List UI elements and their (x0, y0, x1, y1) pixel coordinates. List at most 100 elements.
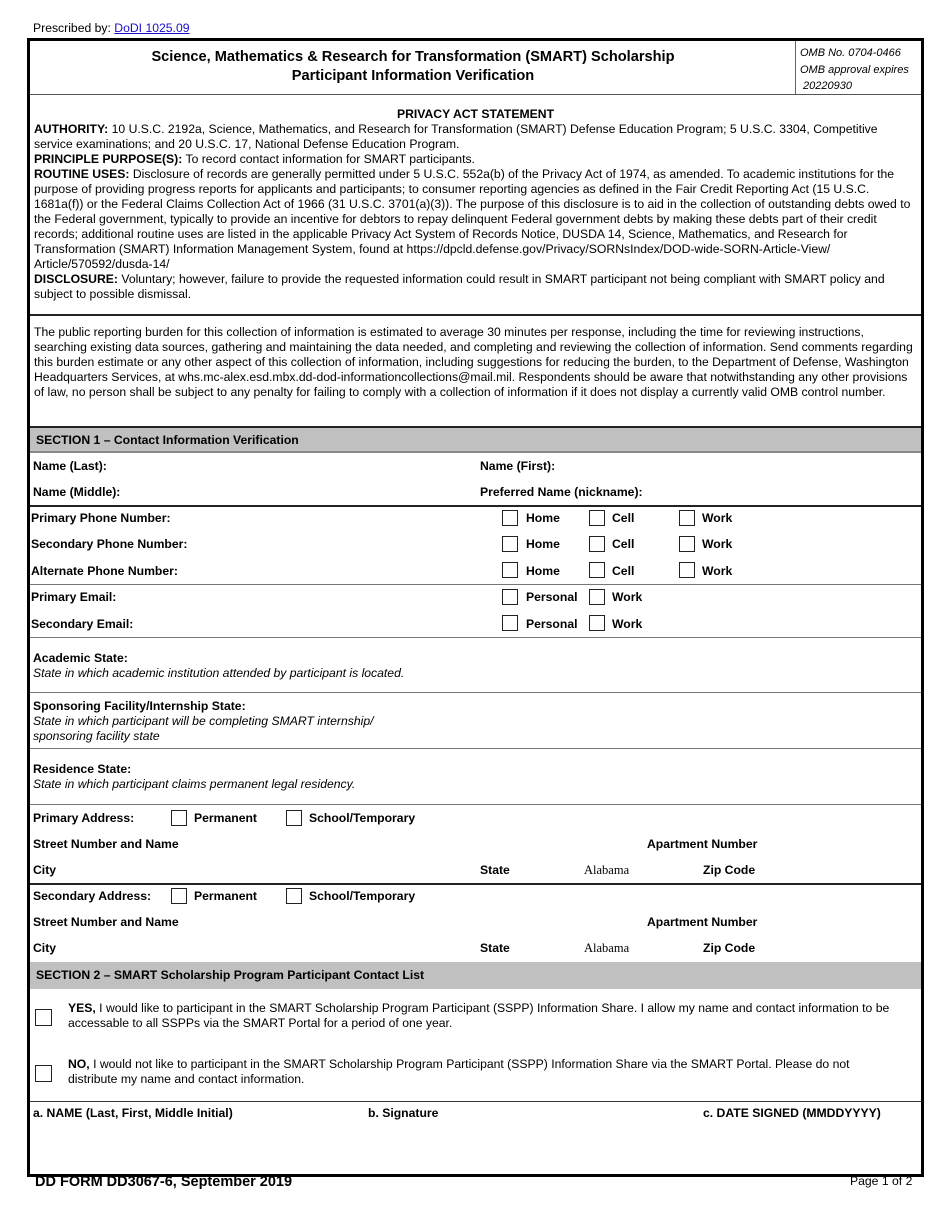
academic-state-hint: State in which academic institution atte… (33, 666, 405, 680)
signature-field[interactable] (368, 1124, 688, 1166)
secondary-apt-label: Apartment Number (647, 915, 758, 929)
primary-email-work-checkbox[interactable] (589, 589, 605, 605)
alternate-phone-cell-checkbox[interactable] (589, 562, 605, 578)
names-divider (30, 505, 921, 507)
secondary-email-label: Secondary Email: (31, 617, 134, 631)
secondary-address-label: Secondary Address: (33, 889, 152, 903)
secondary-zip-label: Zip Code (703, 941, 756, 955)
signature-name-field[interactable] (33, 1124, 353, 1166)
form-title-line2: Participant Information Verification (291, 68, 535, 84)
primary-address-school-label: School/Temporary (309, 811, 416, 825)
primary-phone-label: Primary Phone Number: (31, 511, 171, 525)
sponsoring-state-hint-line2: sponsoring facility state (33, 729, 160, 743)
primary-address-permanent-checkbox[interactable] (171, 810, 187, 826)
disclosure-label: DISCLOSURE: (34, 272, 118, 286)
no-label: NO, (68, 1057, 90, 1071)
authority-label: AUTHORITY: (34, 122, 109, 136)
yes-statement: I would like to participant in the SMART… (68, 1001, 890, 1030)
secondary-email-personal-checkbox[interactable] (502, 615, 518, 631)
yes-label: YES, (68, 1001, 96, 1015)
phones-divider (30, 584, 921, 585)
secondary-address-permanent-checkbox[interactable] (171, 888, 187, 904)
omb-number: OMB No. 0704-0466 (800, 47, 901, 59)
omb-info: OMB No. 0704-0466 OMB approval expires 2… (800, 45, 909, 95)
header-divider (30, 94, 921, 95)
no-statement: I would not like to participant in the S… (68, 1057, 850, 1086)
academic-state-label: Academic State: (33, 651, 128, 665)
secondary-phone-home-label: Home (526, 537, 560, 551)
name-last-label: Name (Last): (33, 459, 107, 473)
secondary-email-work-checkbox[interactable] (589, 615, 605, 631)
privacy-divider (30, 314, 921, 316)
primary-address-divider (30, 883, 921, 885)
section1-header: SECTION 1 – Contact Information Verifica… (30, 426, 921, 453)
secondary-email-personal-label: Personal (526, 617, 578, 631)
residence-divider (30, 804, 921, 805)
authority-text: 10 U.S.C. 2192a, Science, Mathematics, a… (34, 122, 878, 151)
signature-label: b. Signature (368, 1106, 439, 1120)
yes-checkbox[interactable] (35, 1009, 52, 1026)
purpose-label: PRINCIPLE PURPOSE(S): (34, 152, 183, 166)
date-signed-label: c. DATE SIGNED (MMDDYYYY) (703, 1106, 881, 1120)
primary-phone-home-checkbox[interactable] (502, 510, 518, 526)
choice-divider (30, 1101, 921, 1102)
alternate-phone-home-label: Home (526, 564, 560, 578)
secondary-phone-work-label: Work (702, 537, 733, 551)
primary-email-personal-checkbox[interactable] (502, 589, 518, 605)
primary-state-label: State (480, 863, 510, 877)
disclosure-paragraph: DISCLOSURE: Voluntary; however, failure … (34, 272, 912, 302)
name-middle-label: Name (Middle): (33, 485, 121, 499)
name-first-label: Name (First): (480, 459, 556, 473)
primary-email-work-label: Work (612, 590, 643, 604)
signature-name-label: a. NAME (Last, First, Middle Initial) (33, 1106, 233, 1120)
routine-uses-text: Disclosure of records are generally perm… (34, 167, 911, 271)
primary-state-select[interactable]: Alabama (584, 863, 629, 878)
primary-address-school-checkbox[interactable] (286, 810, 302, 826)
secondary-address-school-label: School/Temporary (309, 889, 416, 903)
section2-header: SECTION 2 – SMART Scholarship Program Pa… (30, 962, 921, 989)
primary-email-personal-label: Personal (526, 590, 578, 604)
routine-uses-label: ROUTINE USES: (34, 167, 130, 181)
alternate-phone-home-checkbox[interactable] (502, 562, 518, 578)
secondary-phone-cell-checkbox[interactable] (589, 536, 605, 552)
no-text: NO, I would not like to participant in t… (68, 1057, 888, 1087)
secondary-address-permanent-label: Permanent (194, 889, 257, 903)
emails-divider (30, 637, 921, 638)
residence-state-hint: State in which participant claims perman… (33, 777, 356, 791)
primary-phone-cell-label: Cell (612, 511, 635, 525)
sponsoring-divider (30, 748, 921, 749)
primary-phone-home-label: Home (526, 511, 560, 525)
secondary-email-work-label: Work (612, 617, 643, 631)
primary-address-permanent-label: Permanent (194, 811, 257, 825)
secondary-address-school-checkbox[interactable] (286, 888, 302, 904)
secondary-phone-home-checkbox[interactable] (502, 536, 518, 552)
primary-phone-cell-checkbox[interactable] (589, 510, 605, 526)
primary-phone-work-checkbox[interactable] (679, 510, 695, 526)
secondary-state-select[interactable]: Alabama (584, 941, 629, 956)
no-checkbox[interactable] (35, 1065, 52, 1082)
secondary-city-label: City (33, 941, 57, 955)
alternate-phone-work-checkbox[interactable] (679, 562, 695, 578)
section2-title: SECTION 2 – SMART Scholarship Program Pa… (36, 968, 425, 982)
omb-expires-label: OMB approval expires (800, 63, 909, 76)
dodi-link[interactable]: DoDI 1025.09 (114, 21, 189, 35)
privacy-body: AUTHORITY: 10 U.S.C. 2192a, Science, Mat… (34, 122, 912, 302)
omb-expires-date: 20220930 (803, 80, 852, 92)
secondary-street-label: Street Number and Name (33, 915, 179, 929)
omb-divider (795, 41, 796, 94)
secondary-phone-work-checkbox[interactable] (679, 536, 695, 552)
date-signed-field[interactable] (703, 1124, 913, 1166)
primary-phone-work-label: Work (702, 511, 733, 525)
prescribed-by: Prescribed by: DoDI 1025.09 (33, 21, 190, 35)
preferred-name-label: Preferred Name (nickname): (480, 485, 643, 499)
form-id: DD FORM DD3067-6, September 2019 (35, 1174, 293, 1190)
primary-zip-label: Zip Code (703, 863, 756, 877)
academic-divider (30, 692, 921, 693)
disclosure-text: Voluntary; however, failure to provide t… (34, 272, 885, 301)
alternate-phone-cell-label: Cell (612, 564, 635, 578)
primary-address-label: Primary Address: (33, 811, 135, 825)
form-title: Science, Mathematics & Research for Tran… (30, 48, 796, 86)
primary-apt-label: Apartment Number (647, 837, 758, 851)
burden-statement: The public reporting burden for this col… (34, 325, 913, 399)
alternate-phone-work-label: Work (702, 564, 733, 578)
